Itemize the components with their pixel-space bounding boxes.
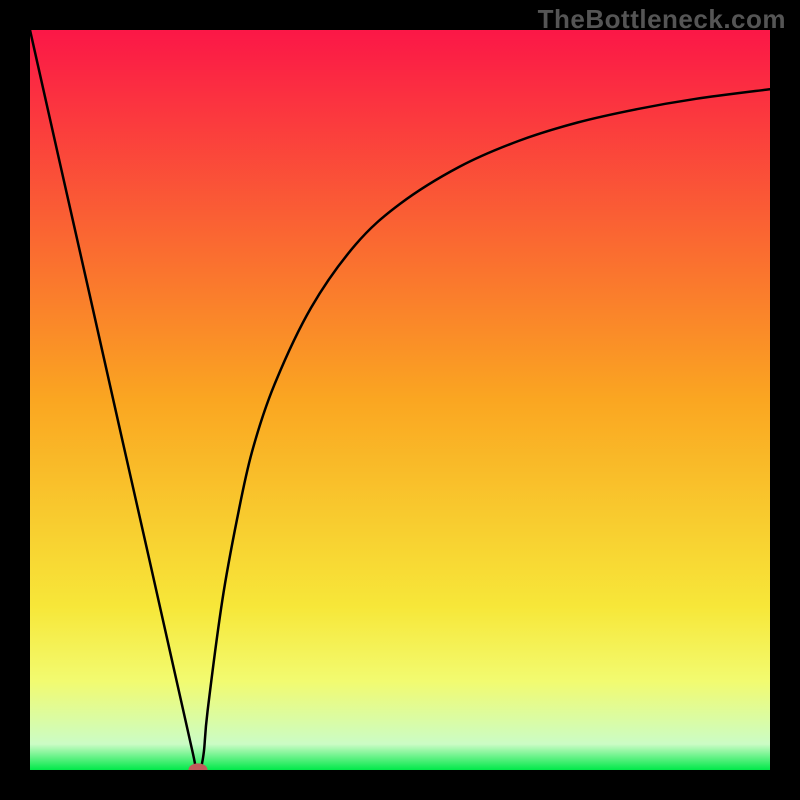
chart-frame: TheBottleneck.com [0, 0, 800, 800]
gradient-background [30, 30, 770, 770]
chart-svg [30, 30, 770, 770]
plot-area [30, 30, 770, 770]
